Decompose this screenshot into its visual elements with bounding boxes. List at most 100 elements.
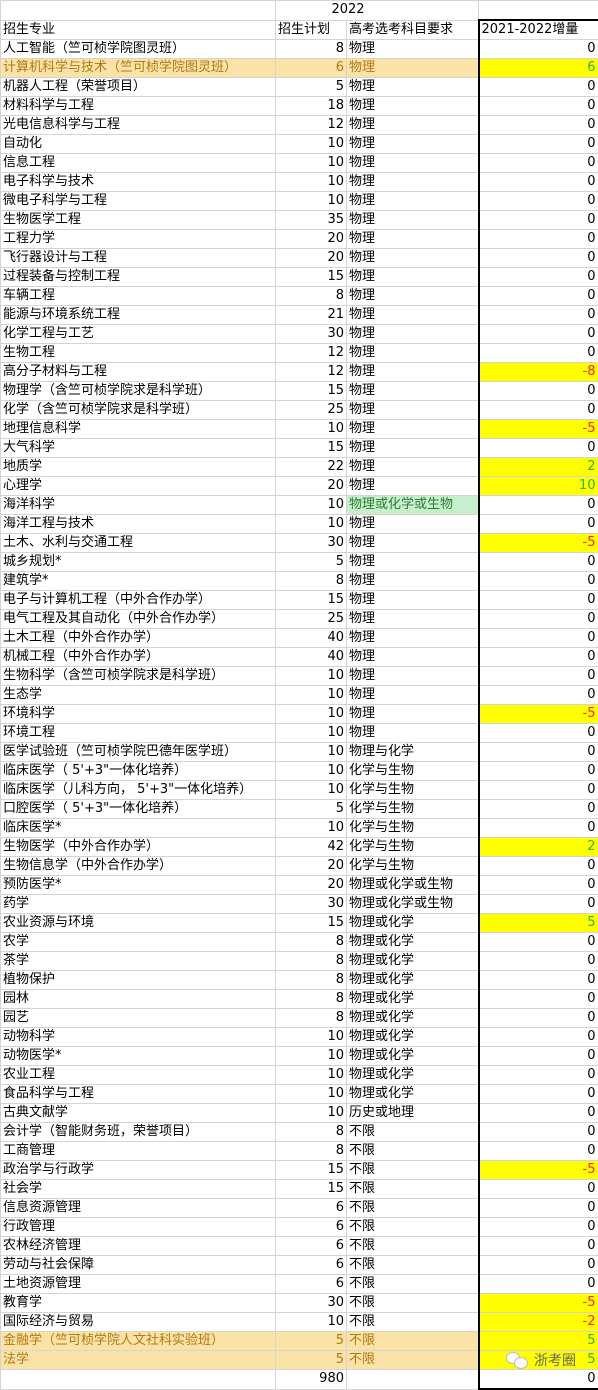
- plan-cell[interactable]: 20: [276, 230, 347, 249]
- requirement-cell[interactable]: 物理: [347, 458, 479, 477]
- major-cell[interactable]: 海洋科学: [1, 496, 276, 515]
- increment-cell[interactable]: -8: [479, 363, 598, 382]
- requirement-cell[interactable]: 物理: [347, 591, 479, 610]
- plan-cell[interactable]: 30: [276, 534, 347, 553]
- increment-cell[interactable]: 0: [479, 667, 598, 686]
- major-cell[interactable]: 金融学（竺可桢学院人文社科实验班）: [1, 1332, 276, 1351]
- increment-cell[interactable]: 0: [479, 154, 598, 173]
- major-cell[interactable]: 医学试验班（竺可桢学院巴德年医学班）: [1, 743, 276, 762]
- increment-cell[interactable]: 0: [479, 724, 598, 743]
- requirement-cell[interactable]: 物理或化学或生物: [347, 496, 479, 515]
- total-increment[interactable]: 0: [479, 1370, 598, 1390]
- increment-cell[interactable]: -5: [479, 420, 598, 439]
- major-cell[interactable]: 环境科学: [1, 705, 276, 724]
- major-cell[interactable]: 农林经济管理: [1, 1237, 276, 1256]
- increment-cell[interactable]: -5: [479, 1161, 598, 1180]
- requirement-cell[interactable]: 化学与生物: [347, 857, 479, 876]
- requirement-cell[interactable]: 历史或地理: [347, 1104, 479, 1123]
- plan-cell[interactable]: 10: [276, 173, 347, 192]
- requirement-cell[interactable]: 物理: [347, 667, 479, 686]
- increment-cell[interactable]: 0: [479, 230, 598, 249]
- increment-cell[interactable]: 0: [479, 572, 598, 591]
- requirement-cell[interactable]: 物理或化学: [347, 1085, 479, 1104]
- plan-cell[interactable]: 20: [276, 249, 347, 268]
- plan-cell[interactable]: 20: [276, 876, 347, 895]
- major-cell[interactable]: 动物科学: [1, 1028, 276, 1047]
- plan-cell[interactable]: 10: [276, 667, 347, 686]
- increment-cell[interactable]: 0: [479, 819, 598, 838]
- major-cell[interactable]: 农学: [1, 933, 276, 952]
- plan-cell[interactable]: 5: [276, 78, 347, 97]
- increment-cell[interactable]: 5: [479, 914, 598, 933]
- requirement-cell[interactable]: 物理: [347, 97, 479, 116]
- requirement-cell[interactable]: 不限: [347, 1161, 479, 1180]
- requirement-cell[interactable]: 不限: [347, 1142, 479, 1161]
- plan-cell[interactable]: 10: [276, 1104, 347, 1123]
- total-label-cell[interactable]: [1, 1370, 276, 1390]
- plan-cell[interactable]: 8: [276, 1009, 347, 1028]
- increment-cell[interactable]: 0: [479, 192, 598, 211]
- plan-cell[interactable]: 8: [276, 971, 347, 990]
- increment-cell[interactable]: 10: [479, 477, 598, 496]
- major-cell[interactable]: 飞行器设计与工程: [1, 249, 276, 268]
- plan-cell[interactable]: 10: [276, 819, 347, 838]
- increment-cell[interactable]: -5: [479, 534, 598, 553]
- plan-cell[interactable]: 30: [276, 895, 347, 914]
- increment-cell[interactable]: 0: [479, 1085, 598, 1104]
- plan-cell[interactable]: 5: [276, 1332, 347, 1351]
- title-cell-empty-2[interactable]: [479, 1, 598, 21]
- plan-cell[interactable]: 18: [276, 97, 347, 116]
- requirement-cell[interactable]: 物理或化学或生物: [347, 876, 479, 895]
- major-cell[interactable]: 能源与环境系统工程: [1, 306, 276, 325]
- header-major[interactable]: 招生专业: [1, 20, 276, 40]
- major-cell[interactable]: 临床医学（儿科方向， 5'+3"一体化培养）: [1, 781, 276, 800]
- increment-cell[interactable]: 0: [479, 762, 598, 781]
- major-cell[interactable]: 预防医学*: [1, 876, 276, 895]
- requirement-cell[interactable]: 物理: [347, 515, 479, 534]
- increment-cell[interactable]: 5: [479, 1332, 598, 1351]
- requirement-cell[interactable]: 物理或化学: [347, 933, 479, 952]
- increment-cell[interactable]: 2: [479, 838, 598, 857]
- increment-cell[interactable]: 0: [479, 591, 598, 610]
- requirement-cell[interactable]: 物理: [347, 572, 479, 591]
- plan-cell[interactable]: 40: [276, 629, 347, 648]
- major-cell[interactable]: 自动化: [1, 135, 276, 154]
- plan-cell[interactable]: 10: [276, 515, 347, 534]
- requirement-cell[interactable]: 不限: [347, 1218, 479, 1237]
- major-cell[interactable]: 政治学与行政学: [1, 1161, 276, 1180]
- major-cell[interactable]: 材料科学与工程: [1, 97, 276, 116]
- plan-cell[interactable]: 10: [276, 1313, 347, 1332]
- requirement-cell[interactable]: 物理: [347, 173, 479, 192]
- requirement-cell[interactable]: 物理: [347, 249, 479, 268]
- increment-cell[interactable]: 2: [479, 458, 598, 477]
- requirement-cell[interactable]: 物理或化学: [347, 914, 479, 933]
- increment-cell[interactable]: 0: [479, 781, 598, 800]
- plan-cell[interactable]: 10: [276, 135, 347, 154]
- requirement-cell[interactable]: 不限: [347, 1123, 479, 1142]
- major-cell[interactable]: 人工智能（竺可桢学院图灵班）: [1, 40, 276, 59]
- major-cell[interactable]: 口腔医学（ 5'+3"一体化培养）: [1, 800, 276, 819]
- requirement-cell[interactable]: 物理: [347, 116, 479, 135]
- plan-cell[interactable]: 5: [276, 800, 347, 819]
- increment-cell[interactable]: 0: [479, 173, 598, 192]
- increment-cell[interactable]: -5: [479, 1294, 598, 1313]
- plan-cell[interactable]: 6: [276, 1275, 347, 1294]
- requirement-cell[interactable]: 物理: [347, 439, 479, 458]
- increment-cell[interactable]: 0: [479, 325, 598, 344]
- increment-cell[interactable]: 0: [479, 97, 598, 116]
- major-cell[interactable]: 生物医学（中外合作办学）: [1, 838, 276, 857]
- header-requirement[interactable]: 高考选考科目要求: [347, 20, 479, 40]
- major-cell[interactable]: 信息资源管理: [1, 1199, 276, 1218]
- title-cell-empty[interactable]: [1, 1, 276, 21]
- requirement-cell[interactable]: 物理: [347, 230, 479, 249]
- plan-cell[interactable]: 25: [276, 401, 347, 420]
- requirement-cell[interactable]: 物理: [347, 192, 479, 211]
- requirement-cell[interactable]: 不限: [347, 1351, 479, 1370]
- major-cell[interactable]: 生物信息学（中外合作办学）: [1, 857, 276, 876]
- plan-cell[interactable]: 10: [276, 1085, 347, 1104]
- plan-cell[interactable]: 20: [276, 857, 347, 876]
- major-cell[interactable]: 园林: [1, 990, 276, 1009]
- major-cell[interactable]: 土木工程（中外合作办学）: [1, 629, 276, 648]
- major-cell[interactable]: 法学: [1, 1351, 276, 1370]
- increment-cell[interactable]: 0: [479, 1066, 598, 1085]
